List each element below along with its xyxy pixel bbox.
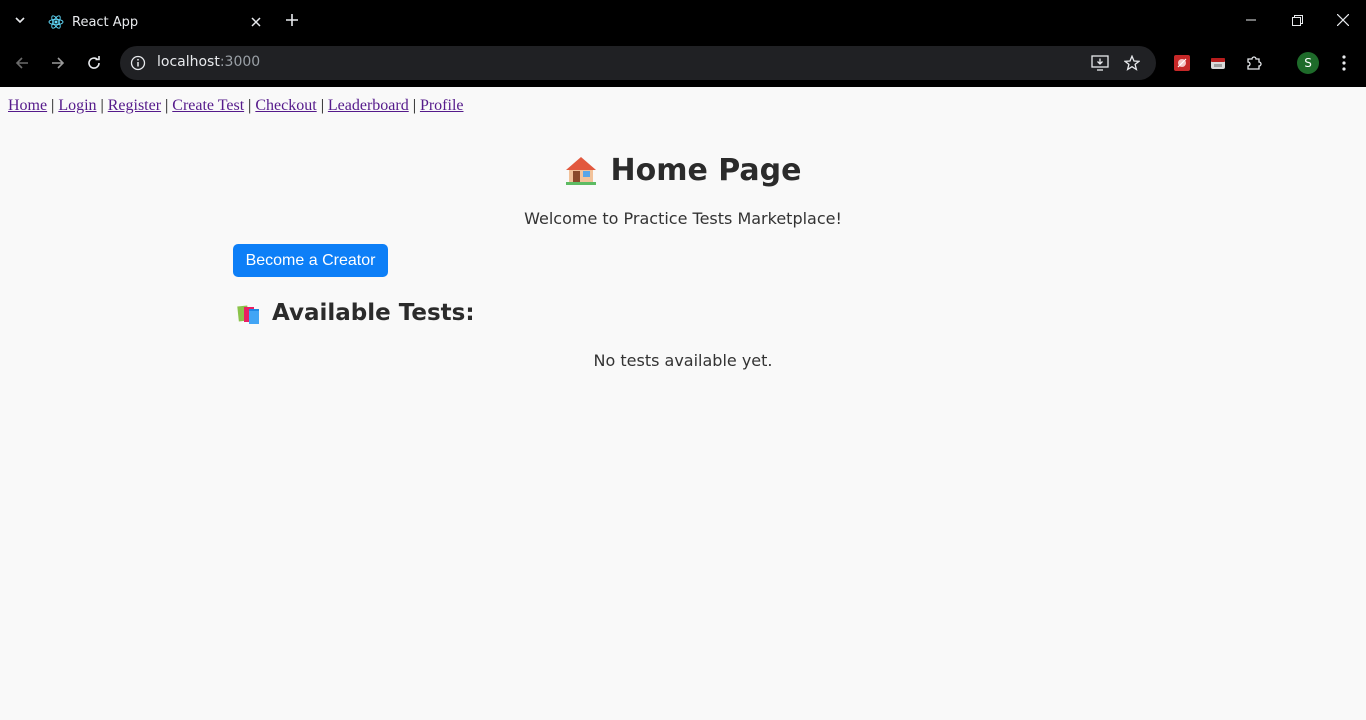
nav-separator: | (165, 97, 169, 114)
page-title-text: Home Page (610, 153, 802, 188)
url-text[interactable]: localhost:3000 (157, 54, 260, 70)
nav-separator: | (320, 97, 324, 114)
nav-separator: | (100, 97, 104, 114)
tab-strip: React App (0, 0, 1366, 40)
minimize-icon[interactable] (1228, 0, 1274, 40)
info-icon[interactable] (126, 51, 150, 75)
extension-icon[interactable] (1172, 53, 1192, 73)
tab-react-app[interactable]: React App (38, 4, 274, 40)
empty-state-text: No tests available yet. (593, 351, 773, 370)
tab-search-icon[interactable] (8, 8, 32, 32)
browser-chrome: React App localhost:3000 S (0, 0, 1366, 87)
url-port: :3000 (219, 54, 261, 70)
close-icon[interactable] (246, 12, 266, 32)
star-icon[interactable] (1122, 53, 1142, 73)
plus-icon[interactable] (280, 8, 304, 32)
nav-link-home[interactable]: Home (8, 97, 47, 114)
profile-avatar[interactable]: S (1297, 52, 1319, 74)
welcome-text: Welcome to Practice Tests Marketplace! (524, 209, 842, 228)
nav-link-checkout[interactable]: Checkout (255, 97, 316, 114)
more-vert-icon[interactable] (1333, 51, 1355, 75)
url-host: localhost (157, 54, 220, 70)
back-arrow-icon[interactable] (10, 51, 34, 75)
available-tests-text: Available Tests: (272, 300, 475, 326)
puzzle-icon[interactable] (1244, 53, 1264, 73)
restore-icon[interactable] (1274, 0, 1320, 40)
react-favicon-icon (48, 14, 64, 30)
become-creator-button[interactable]: Become a Creator (233, 244, 388, 277)
page-title: Home Page (0, 153, 1366, 194)
nav-link-profile[interactable]: Profile (420, 97, 464, 114)
nav-separator: | (412, 97, 416, 114)
forward-arrow-icon[interactable] (46, 51, 70, 75)
top-nav: Home | Login | Register | Create Test | … (8, 97, 463, 115)
nav-link-register[interactable]: Register (108, 97, 161, 114)
tab-title: React App (72, 14, 139, 30)
books-icon (236, 300, 262, 326)
address-bar[interactable]: localhost:3000 (120, 46, 1156, 80)
page-content: Home | Login | Register | Create Test | … (0, 87, 1366, 720)
nav-separator: | (248, 97, 252, 114)
close-window-icon[interactable] (1320, 0, 1366, 40)
install-app-icon[interactable] (1090, 53, 1110, 73)
profile-initial: S (1304, 56, 1312, 70)
nav-link-login[interactable]: Login (58, 97, 96, 114)
reload-icon[interactable] (82, 51, 106, 75)
nav-link-leaderboard[interactable]: Leaderboard (328, 97, 409, 114)
nav-link-create-test[interactable]: Create Test (172, 97, 244, 114)
nav-separator: | (51, 97, 55, 114)
available-tests-heading: Available Tests: (236, 300, 475, 326)
house-icon (564, 154, 598, 194)
extension-icon[interactable] (1208, 53, 1228, 73)
